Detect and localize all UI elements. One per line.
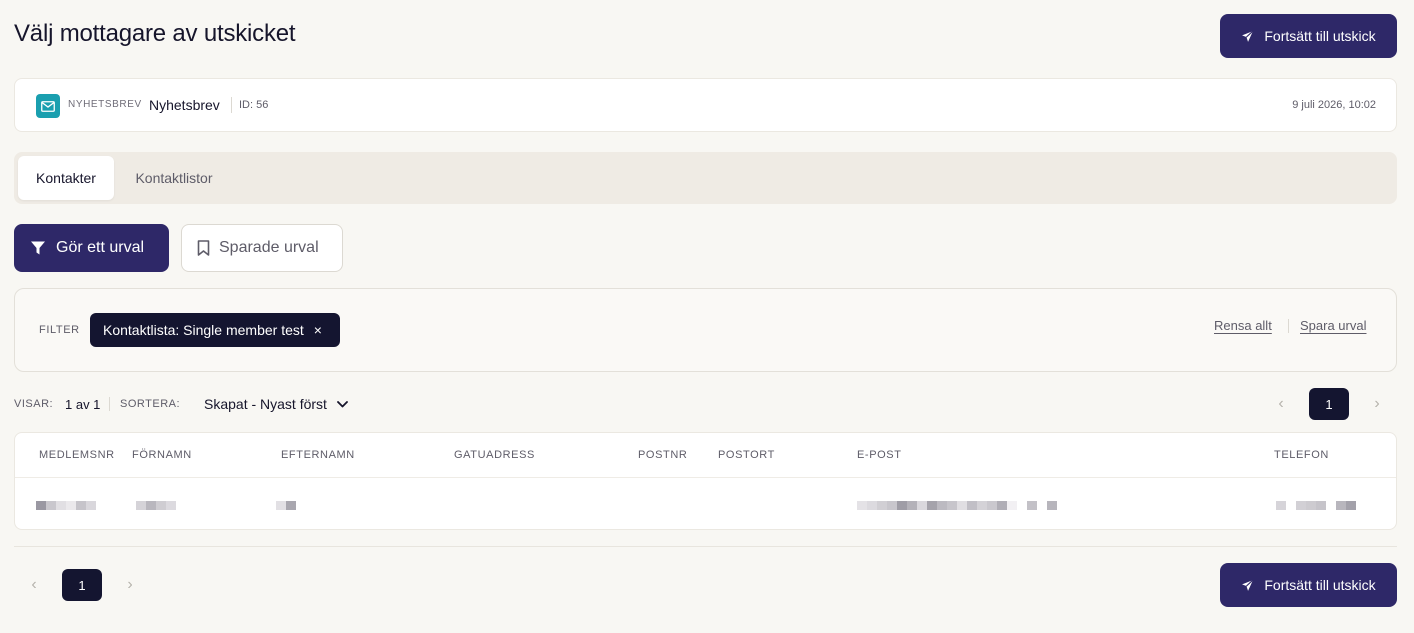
paper-plane-icon [1241,30,1254,43]
continue-button-label: Fortsätt till utskick [1264,28,1376,44]
funnel-icon [30,240,46,256]
recipient-tabs: Kontakter Kontaktlistor [14,152,1397,204]
prev-page-icon[interactable]: ‹ [26,569,42,601]
column-header[interactable]: POSTORT [718,449,775,461]
campaign-date: 9 juli 2026, 10:02 [1292,99,1376,111]
continue-to-send-button[interactable]: Fortsätt till utskick [1220,563,1397,607]
make-selection-label: Gör ett urval [56,239,145,256]
continue-button-label: Fortsätt till utskick [1264,577,1376,593]
contacts-table: MEDLEMSNR FÖRNAMN EFTERNAMN GATUADRESS P… [14,432,1397,530]
prev-page-icon[interactable]: ‹ [1273,388,1289,420]
column-header[interactable]: MEDLEMSNR [39,449,115,461]
filter-chip: Kontaktlista: Single member test × [90,313,340,347]
campaign-type: NYHETSBREV [68,99,142,110]
showing-count: 1 av 1 [65,397,101,412]
paper-plane-icon [1241,579,1254,592]
redacted-last-name [276,501,296,510]
column-header[interactable]: FÖRNAMN [132,449,192,461]
campaign-id: ID: 56 [239,99,269,111]
divider [231,97,232,113]
save-selection-link[interactable]: Spara urval [1300,318,1366,333]
page-1-button[interactable]: 1 [62,569,102,601]
column-header[interactable]: E-POST [857,449,902,461]
redacted-member-number [36,501,96,510]
sort-label: SORTERA: [120,398,181,410]
page-title: Välj mottagare av utskicket [14,20,296,47]
column-header[interactable]: TELEFON [1274,449,1329,461]
next-page-icon[interactable]: › [122,569,138,601]
filter-label: FILTER [39,324,80,336]
campaign-name: Nyhetsbrev [149,97,220,113]
envelope-icon [36,94,60,118]
tab-contact-lists[interactable]: Kontaktlistor [118,156,230,200]
chevron-down-icon [337,400,348,408]
column-header[interactable]: POSTNR [638,449,687,461]
showing-label: VISAR: [14,398,54,410]
page-1-button[interactable]: 1 [1309,388,1349,420]
divider [14,546,1397,547]
campaign-info-card: NYHETSBREV Nyhetsbrev ID: 56 9 juli 2026… [14,78,1397,132]
column-header[interactable]: GATUADRESS [454,449,535,461]
saved-selections-label: Sparade urval [219,239,319,256]
saved-selections-button[interactable]: Sparade urval [181,224,343,272]
tab-contacts[interactable]: Kontakter [18,156,114,200]
redacted-phone [1276,501,1356,510]
next-page-icon[interactable]: › [1369,388,1385,420]
divider [109,397,110,411]
sort-value: Skapat - Nyast först [204,396,327,412]
redacted-first-name [136,501,176,510]
make-selection-button[interactable]: Gör ett urval [14,224,169,272]
divider [1288,319,1289,333]
redacted-email [857,501,1057,510]
bookmark-icon [197,240,210,256]
divider [15,477,1396,478]
filter-panel: FILTER Kontaktlista: Single member test … [14,288,1397,372]
sort-dropdown[interactable]: Skapat - Nyast först [204,396,348,412]
column-header[interactable]: EFTERNAMN [281,449,355,461]
continue-to-send-button[interactable]: Fortsätt till utskick [1220,14,1397,58]
filter-chip-label: Kontaktlista: Single member test [103,322,304,338]
clear-all-link[interactable]: Rensa allt [1214,318,1272,333]
close-icon[interactable]: × [314,322,322,338]
